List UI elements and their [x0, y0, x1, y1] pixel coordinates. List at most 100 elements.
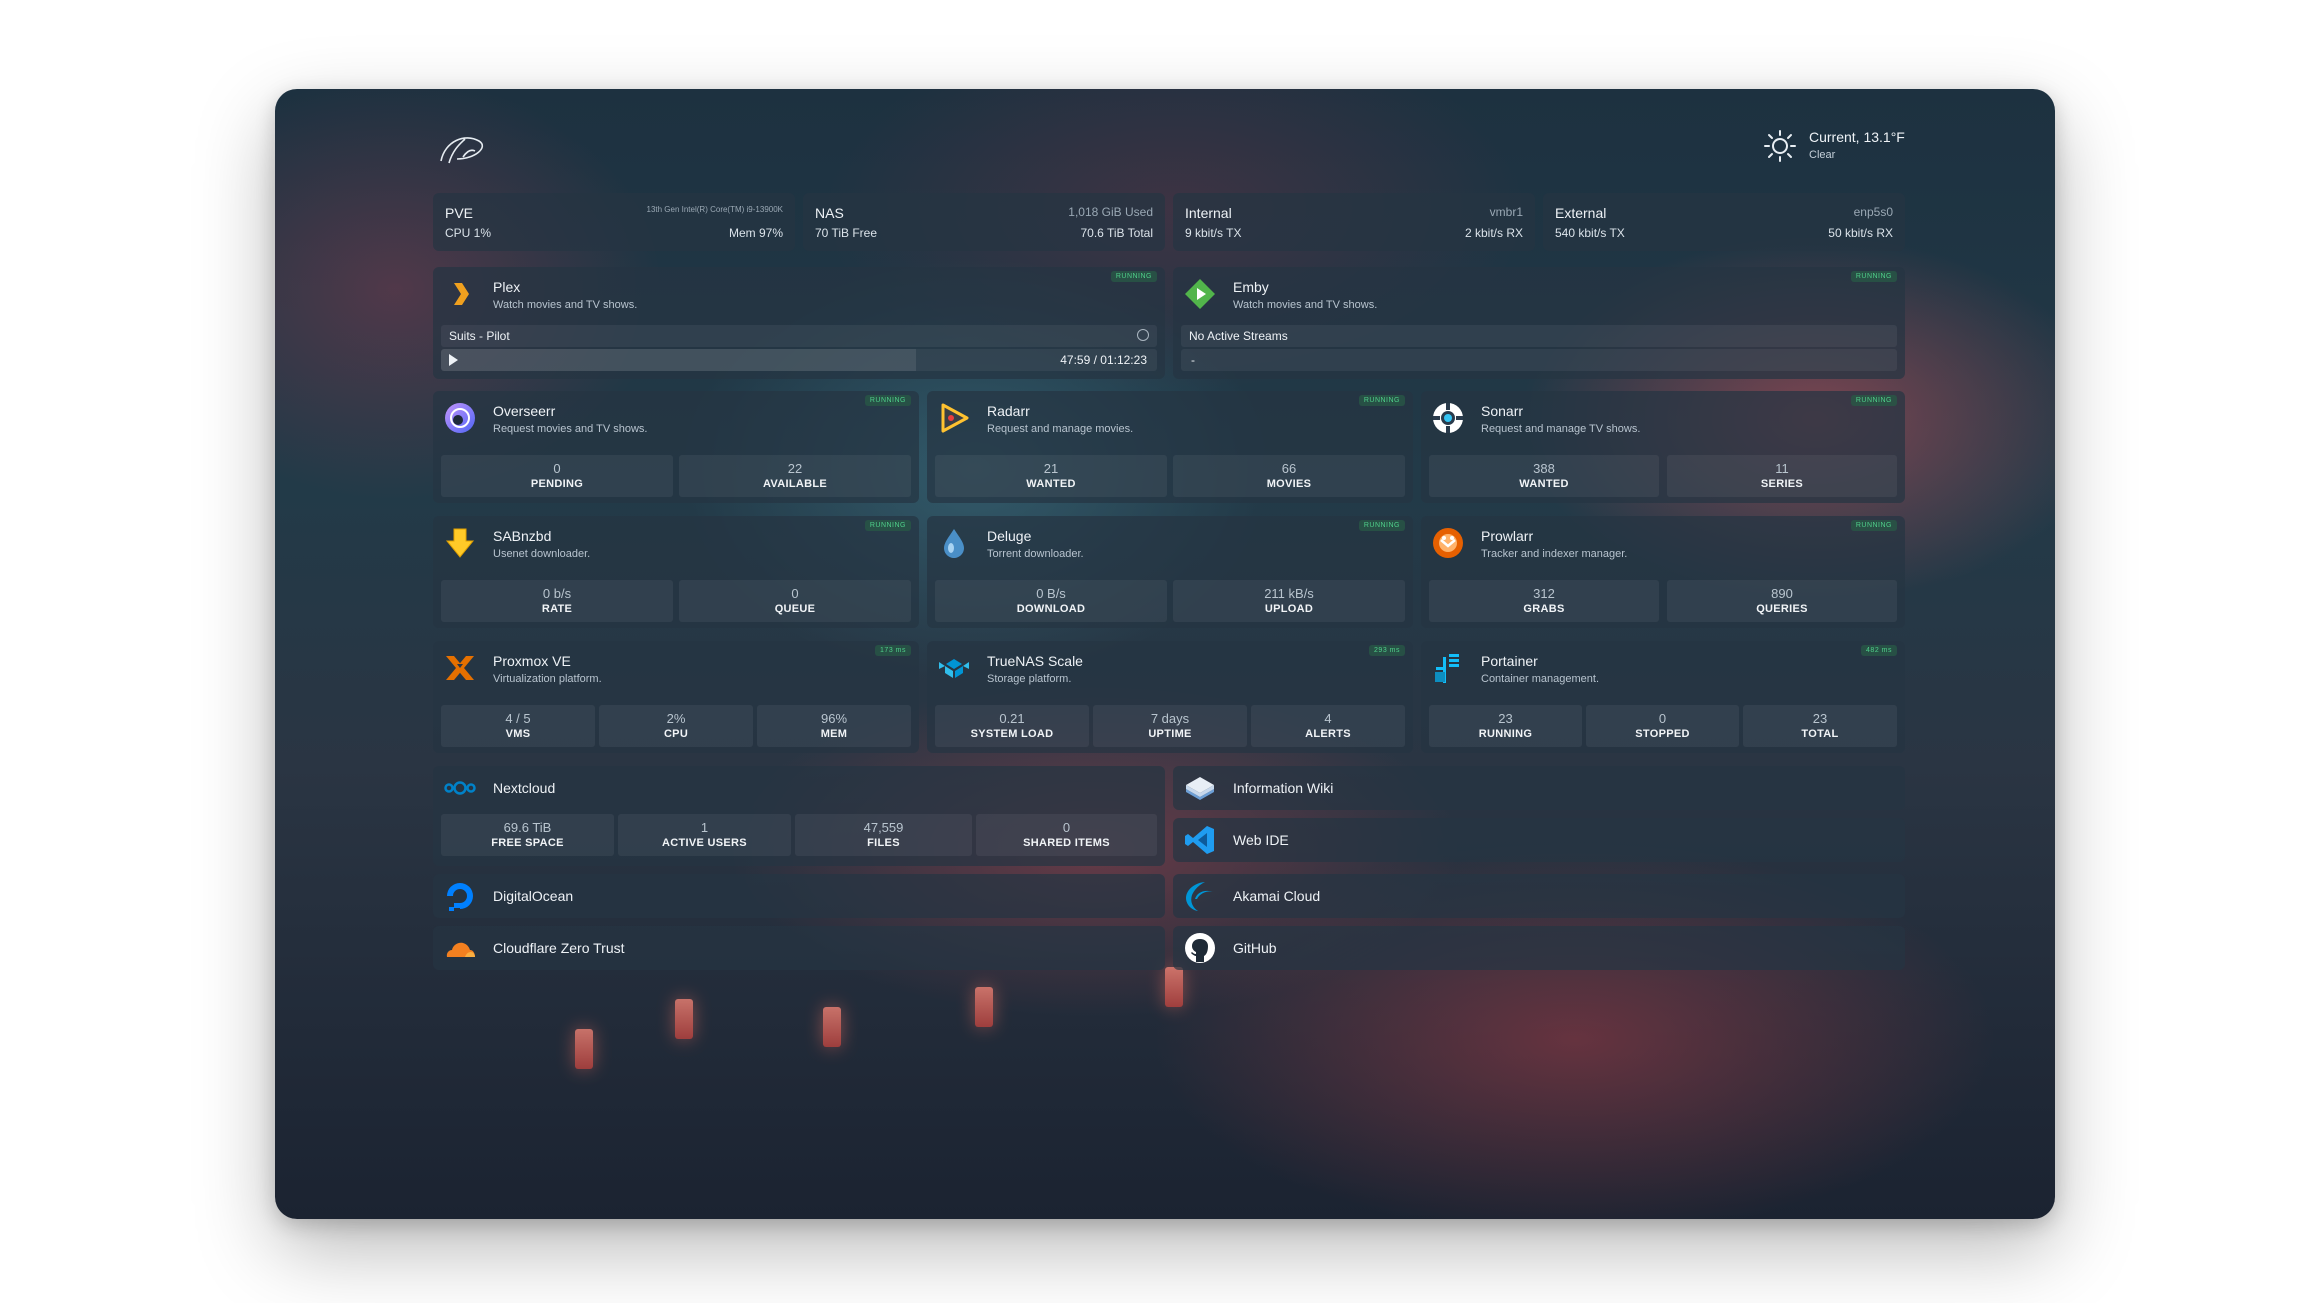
- link-cloudflare-zero-trust[interactable]: Cloudflare Zero Trust: [433, 926, 1165, 970]
- status-badge: RUNNING: [1110, 271, 1157, 282]
- stat-value: 312: [1533, 586, 1555, 601]
- service-description: Virtualization platform.: [493, 673, 602, 685]
- service-name: Emby: [1233, 279, 1269, 295]
- service-description: Usenet downloader.: [493, 548, 591, 560]
- stat-system-load: 0.21 SYSTEM LOAD: [935, 705, 1089, 747]
- stat-value: 4 / 5: [505, 711, 531, 726]
- stat-value: 0: [1658, 711, 1667, 726]
- link-label: Web IDE: [1233, 832, 1289, 848]
- service-card-sonarr[interactable]: RUNNING Sonarr Request and manage TV sho…: [1421, 391, 1905, 503]
- resource-card-nas[interactable]: NAS 1,018 GiB Used 70 TiB Free 70.6 TiB …: [803, 193, 1165, 251]
- status-badge: RUNNING: [1850, 271, 1897, 282]
- resource-card-internal[interactable]: Internal vmbr1 9 kbit/s TX 2 kbit/s RX: [1173, 193, 1535, 251]
- status-badge: RUNNING: [864, 395, 911, 406]
- link-information-wiki[interactable]: Information Wiki: [1173, 766, 1905, 810]
- stat-grabs: 312 GRABS: [1429, 580, 1659, 622]
- service-card-proxmox[interactable]: 173 ms Proxmox VE Virtualization platfor…: [433, 641, 919, 753]
- resource-name: PVE: [445, 205, 474, 221]
- stat-value: 4: [1324, 711, 1332, 726]
- service-name: Proxmox VE: [493, 653, 571, 669]
- stat-value: 388: [1533, 461, 1555, 476]
- overseerr-icon: [443, 401, 477, 435]
- service-card-plex[interactable]: RUNNING Plex Watch movies and TV shows. …: [433, 267, 1165, 379]
- stat-value: 1: [700, 820, 709, 835]
- service-card-deluge[interactable]: RUNNING Deluge Torrent downloader. 0 B/s…: [927, 516, 1413, 628]
- stat-value: 0: [791, 586, 799, 601]
- stat-active-users: 1 ACTIVE USERS: [618, 814, 791, 856]
- service-name: Sonarr: [1481, 403, 1524, 419]
- service-card-portainer[interactable]: 482 ms Portainer Container management. 2…: [1421, 641, 1905, 753]
- stat-value: 0 B/s: [1036, 586, 1066, 601]
- weather-widget[interactable]: Current, 13.1°F Clear: [1763, 127, 1933, 167]
- stat-label: WANTED: [1026, 478, 1076, 490]
- link-web-ide[interactable]: Web IDE: [1173, 818, 1905, 862]
- resource-card-pve[interactable]: PVE 13th Gen Intel(R) Core(TM) i9-13900K…: [433, 193, 795, 251]
- resource-right: Mem 97%: [728, 226, 783, 240]
- resource-name: NAS: [815, 205, 844, 221]
- stat-total: 23 TOTAL: [1743, 705, 1897, 747]
- stat-value: 211 kB/s: [1264, 586, 1314, 601]
- resource-name: External: [1555, 205, 1607, 221]
- stat-value: 23: [1812, 711, 1828, 726]
- stat-cpu: 2% CPU: [599, 705, 753, 747]
- link-label: Information Wiki: [1233, 780, 1334, 796]
- background-lamp: [1165, 967, 1183, 1007]
- stat-value: 0: [553, 461, 561, 476]
- service-description: Torrent downloader.: [987, 548, 1084, 560]
- stat-value: 0.21: [999, 711, 1025, 726]
- service-card-emby[interactable]: RUNNING Emby Watch movies and TV shows. …: [1173, 267, 1905, 379]
- resource-left: 540 kbit/s TX: [1555, 226, 1625, 240]
- service-card-sabnzbd[interactable]: RUNNING SABnzbd Usenet downloader. 0 b/s…: [433, 516, 919, 628]
- stat-value: 69.6 TiB: [503, 820, 552, 835]
- portainer-icon: [1431, 651, 1465, 685]
- service-card-radarr[interactable]: RUNNING Radarr Request and manage movies…: [927, 391, 1413, 503]
- play-icon[interactable]: [449, 354, 458, 366]
- akamai-icon: [1183, 879, 1217, 913]
- resource-card-external[interactable]: External enp5s0 540 kbit/s TX 50 kbit/s …: [1543, 193, 1905, 251]
- background-lamp: [975, 987, 993, 1027]
- service-description: Request movies and TV shows.: [493, 423, 648, 435]
- stat-label: VMS: [505, 728, 531, 740]
- prowlarr-icon: [1431, 526, 1465, 560]
- stat-upload: 211 kB/s UPLOAD: [1173, 580, 1405, 622]
- link-akamai-cloud[interactable]: Akamai Cloud: [1173, 874, 1905, 918]
- stat-value: 11: [1775, 461, 1789, 476]
- stat-vms: 4 / 5 VMS: [441, 705, 595, 747]
- stat-label: RUNNING: [1478, 728, 1533, 740]
- service-card-prowlarr[interactable]: RUNNING Prowlarr Tracker and indexer man…: [1421, 516, 1905, 628]
- service-card-nextcloud[interactable]: Nextcloud 69.6 TiB FREE SPACE 1 ACTIVE USE…: [433, 766, 1165, 866]
- wiki-book-icon: [1183, 771, 1217, 805]
- info-icon[interactable]: [1137, 329, 1149, 341]
- radarr-icon: [937, 401, 971, 435]
- stat-label: QUEUE: [774, 603, 816, 615]
- github-icon: [1183, 931, 1217, 965]
- service-name: TrueNAS Scale: [987, 653, 1083, 669]
- playback-time: 47:59 / 01:12:23: [1060, 353, 1147, 367]
- proxmox-icon: [443, 651, 477, 685]
- nextcloud-icon: [443, 771, 477, 805]
- service-description: Tracker and indexer manager.: [1481, 548, 1628, 560]
- stat-label: MEM: [820, 728, 848, 740]
- stat-shared-items: 0 SHARED ITEMS: [976, 814, 1157, 856]
- stream-row: No Active Streams: [1181, 325, 1897, 347]
- service-description: Storage platform.: [987, 673, 1072, 685]
- stat-value: 23: [1498, 711, 1513, 726]
- stat-label: SYSTEM LOAD: [970, 728, 1054, 740]
- service-card-overseerr[interactable]: RUNNING Overseerr Request movies and TV …: [433, 391, 919, 503]
- service-description: Container management.: [1481, 673, 1600, 685]
- stream-row[interactable]: Suits - Pilot: [441, 325, 1157, 347]
- status-badge: RUNNING: [1850, 395, 1897, 406]
- deluge-icon: [937, 526, 971, 560]
- service-card-truenas[interactable]: 293 ms TrueNAS Scale Storage platform. 0…: [927, 641, 1413, 753]
- stat-label: CPU: [663, 728, 689, 740]
- resource-detail: 13th Gen Intel(R) Core(TM) i9-13900K: [646, 205, 784, 214]
- stat-label: DOWNLOAD: [1016, 603, 1086, 615]
- resource-right: 2 kbit/s RX: [1464, 226, 1523, 240]
- logo[interactable]: [435, 129, 491, 169]
- stream-title: Suits - Pilot: [449, 329, 510, 343]
- stat-wanted: 388 WANTED: [1429, 455, 1659, 497]
- link-digitalocean[interactable]: DigitalOcean: [433, 874, 1165, 918]
- service-description: Watch movies and TV shows.: [1233, 299, 1378, 311]
- playback-bar[interactable]: 47:59 / 01:12:23: [441, 349, 1157, 371]
- link-github[interactable]: GitHub: [1173, 926, 1905, 970]
